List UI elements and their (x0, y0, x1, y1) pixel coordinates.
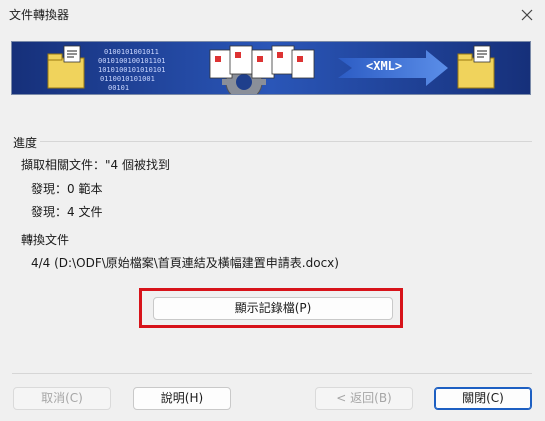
svg-text:0110010101001: 0110010101001 (100, 75, 155, 83)
converter-banner: 0100101001011 0010100100101101 101010010… (11, 41, 531, 95)
cancel-button[interactable]: 取消(C) (13, 387, 111, 410)
found-templates-text: 發現：0 範本 (31, 182, 103, 196)
svg-text:00101: 00101 (108, 84, 129, 92)
documents-icon (209, 45, 315, 79)
current-file-text: 4/4 (D:\ODF\原始檔案\首頁連結及橫幅建置申請表.docx) (31, 256, 339, 270)
xml-label: <XML> (366, 59, 403, 73)
svg-text:0100101001011: 0100101001011 (104, 48, 159, 56)
progress-section-title: 進度 (13, 136, 38, 150)
window-title: 文件轉換器 (9, 8, 70, 22)
progress-divider (40, 141, 532, 142)
svg-text:1010100101010101: 1010100101010101 (98, 66, 165, 74)
footer-divider (12, 373, 532, 374)
close-window-button[interactable] (516, 4, 538, 26)
close-icon (521, 9, 533, 21)
convert-section-title: 轉換文件 (21, 233, 70, 247)
close-button[interactable]: 關閉(C) (434, 387, 532, 410)
found-documents-text: 發現：4 文件 (31, 205, 103, 219)
help-button[interactable]: 說明(H) (133, 387, 231, 410)
show-log-button[interactable]: 顯示記錄檔(P) (153, 297, 393, 320)
svg-text:0010100100101101: 0010100100101101 (98, 57, 165, 65)
fetch-status-text: 擷取相關文件："4 個被找到 (21, 158, 170, 172)
title-bar: 文件轉換器 (0, 0, 545, 30)
back-button[interactable]: < 返回(B) (315, 387, 413, 410)
